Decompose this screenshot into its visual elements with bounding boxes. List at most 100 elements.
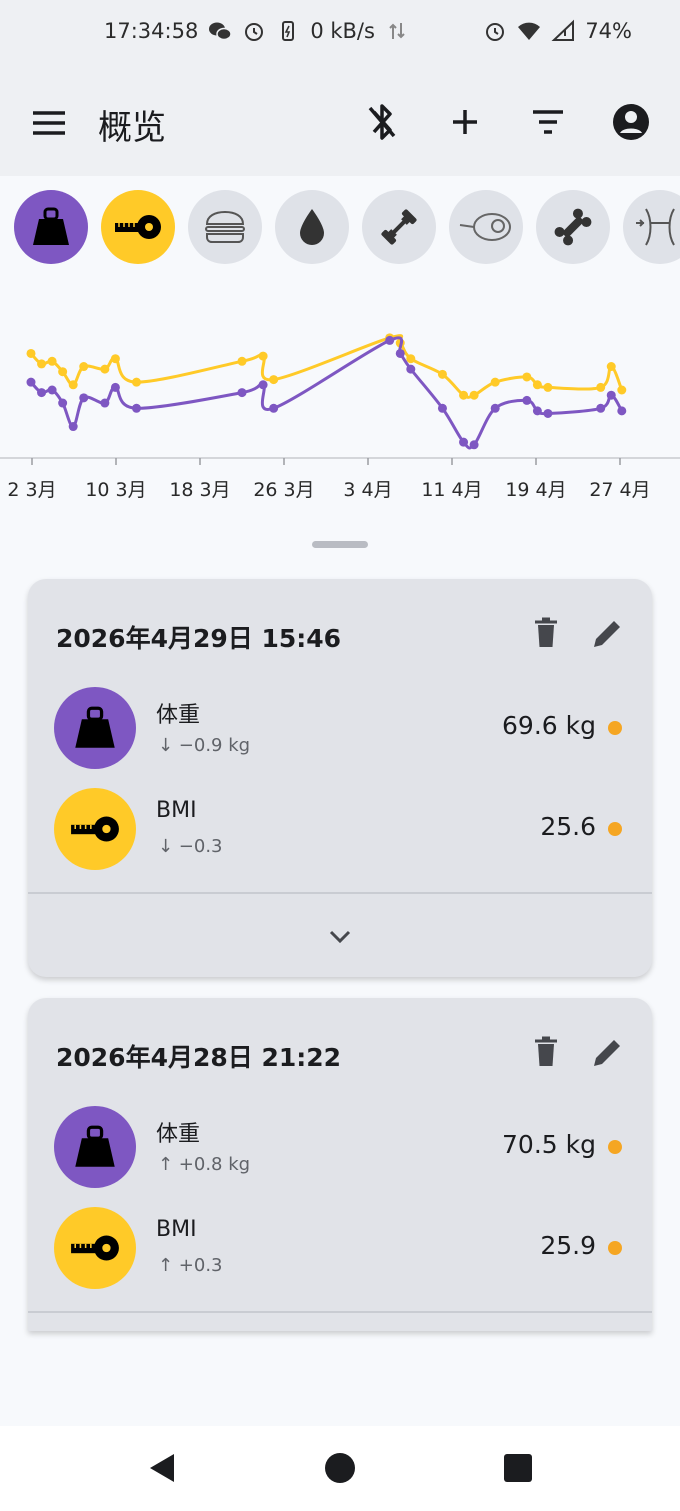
data-point[interactable] [269, 375, 279, 385]
data-point[interactable] [437, 403, 447, 413]
data-point[interactable] [522, 372, 532, 382]
tape-icon [71, 816, 119, 842]
edit-icon[interactable] [590, 1034, 626, 1070]
delete-icon[interactable] [528, 615, 564, 651]
data-point[interactable] [269, 403, 279, 413]
menu-icon[interactable] [28, 102, 70, 144]
chip-fat[interactable] [188, 190, 262, 264]
data-point[interactable] [459, 437, 469, 447]
back-icon[interactable] [144, 1450, 180, 1486]
status-dot [608, 721, 622, 735]
chip-weight[interactable] [14, 190, 88, 264]
data-point[interactable] [606, 362, 616, 372]
alarm-icon [245, 23, 264, 41]
data-point[interactable] [532, 406, 542, 416]
data-point[interactable] [68, 380, 78, 390]
data-point[interactable] [617, 406, 627, 416]
meat-icon [459, 213, 511, 241]
data-point[interactable] [437, 369, 447, 379]
dumbbell-icon [381, 209, 417, 245]
data-point[interactable] [79, 362, 89, 372]
expand-button[interactable] [318, 914, 362, 958]
data-point[interactable] [100, 398, 110, 408]
data-point[interactable] [110, 354, 120, 364]
data-point[interactable] [26, 348, 36, 358]
bmi-avatar [54, 1207, 136, 1289]
data-point[interactable] [617, 385, 627, 395]
data-point[interactable] [490, 403, 500, 413]
data-point[interactable] [237, 388, 247, 398]
add-button[interactable] [443, 100, 487, 144]
data-point[interactable] [522, 395, 532, 405]
edit-icon[interactable] [590, 615, 626, 651]
data-point[interactable] [79, 393, 89, 403]
filter-button[interactable] [526, 100, 570, 144]
weight-avatar [54, 1106, 136, 1188]
data-point[interactable] [237, 356, 247, 366]
measurement-date: 2026年4月28日 21:22 [56, 1043, 342, 1072]
chip-bmi[interactable] [101, 190, 175, 264]
data-point[interactable] [58, 367, 68, 377]
measurement-row[interactable]: BMI ↑ +0.3 25.9 [28, 1207, 652, 1289]
data-point[interactable] [490, 377, 500, 387]
chip-muscle[interactable] [362, 190, 436, 264]
measurement-row[interactable]: 体重 ↑ +0.8 kg 70.5 kg [28, 1106, 652, 1188]
data-point[interactable] [110, 382, 120, 392]
data-point[interactable] [26, 377, 36, 387]
x-axis-ticks: 2 3月 10 3月 18 3月 26 3月 3 4月 11 4月 19 4月 27 4月 [7, 458, 651, 501]
x-tick-label: 11 4月 [421, 479, 482, 501]
data-point[interactable] [469, 440, 479, 450]
data-point[interactable] [258, 380, 268, 390]
measurement-value: 25.9 [540, 1231, 596, 1260]
x-tick-label: 18 3月 [169, 479, 230, 501]
data-point[interactable] [68, 422, 78, 432]
drag-handle[interactable] [312, 541, 368, 548]
weight-icon [33, 207, 69, 245]
data-point[interactable] [459, 390, 469, 400]
data-point[interactable] [37, 388, 47, 398]
bluetooth-button[interactable] [360, 100, 404, 144]
data-point[interactable] [258, 351, 268, 361]
data-point[interactable] [37, 359, 47, 369]
data-point[interactable] [596, 403, 606, 413]
x-tick-label: 19 4月 [505, 479, 566, 501]
tape-icon [71, 1235, 119, 1261]
delete-icon[interactable] [528, 1034, 564, 1070]
measurement-name: 体重 [156, 703, 201, 728]
data-point[interactable] [385, 335, 395, 345]
data-point[interactable] [606, 390, 616, 400]
measurement-delta: ↑ +0.3 [158, 1255, 223, 1276]
data-point[interactable] [543, 408, 553, 418]
status-speed: 0 kB/s [310, 19, 375, 43]
data-point[interactable] [406, 354, 416, 364]
data-point[interactable] [543, 382, 553, 392]
x-tick-label: 3 4月 [343, 479, 392, 501]
data-point[interactable] [100, 364, 110, 374]
data-point[interactable] [132, 377, 141, 387]
chip-bone[interactable] [536, 190, 610, 264]
home-icon[interactable] [322, 1450, 358, 1486]
recents-icon[interactable] [500, 1450, 536, 1486]
data-point[interactable] [395, 348, 405, 358]
data-point[interactable] [47, 385, 57, 395]
status-dot [608, 822, 622, 836]
data-point[interactable] [47, 356, 57, 366]
data-point[interactable] [132, 403, 141, 413]
account-button[interactable] [609, 100, 653, 144]
measurement-row[interactable]: BMI ↓ −0.3 25.6 [28, 788, 652, 870]
account-icon [613, 104, 649, 140]
data-point[interactable] [596, 382, 606, 392]
x-tick-label: 2 3月 [7, 479, 56, 501]
wifi-icon [518, 22, 541, 40]
measurement-row[interactable]: 体重 ↓ −0.9 kg 69.6 kg [28, 687, 652, 769]
trend-chart[interactable]: 2 3月 10 3月 18 3月 26 3月 3 4月 11 4月 19 4月 27 4月 [0, 300, 680, 510]
chip-water[interactable] [275, 190, 349, 264]
burger-icon [205, 210, 245, 243]
data-point[interactable] [58, 398, 68, 408]
chip-lbm[interactable] [449, 190, 523, 264]
data-point[interactable] [469, 390, 479, 400]
measurement-card: 2026年4月28日 21:22 体重 ↑ +0.8 kg 70.5 kg BM… [28, 998, 652, 1331]
data-point[interactable] [406, 364, 416, 374]
chip-waist[interactable] [623, 190, 680, 264]
data-point[interactable] [532, 380, 542, 390]
